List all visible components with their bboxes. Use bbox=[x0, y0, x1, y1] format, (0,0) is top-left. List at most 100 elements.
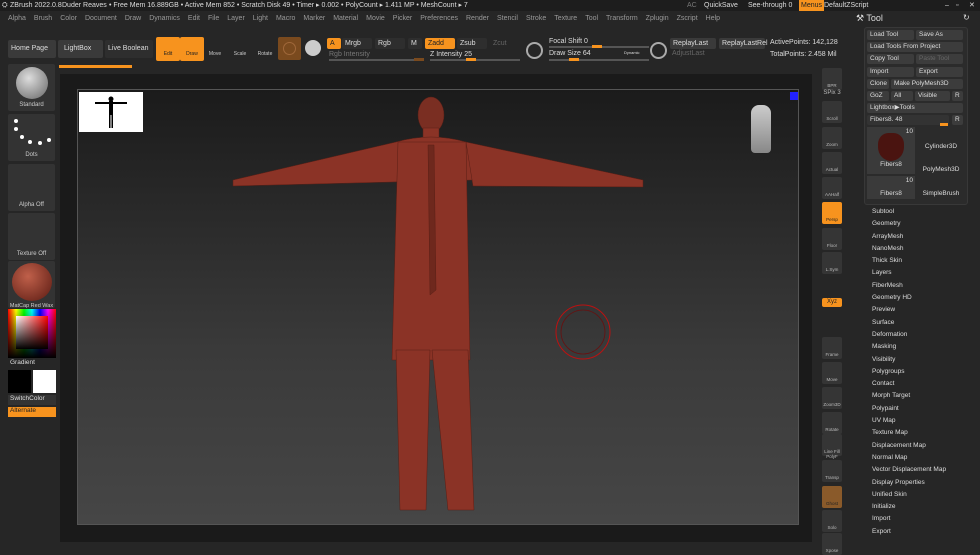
tool-section-uv-map[interactable]: UV Map bbox=[862, 415, 974, 427]
brush-picker[interactable]: Standard bbox=[8, 64, 55, 111]
scale-button[interactable]: Scale bbox=[228, 37, 252, 61]
tool-section-fibermesh[interactable]: FiberMesh bbox=[862, 280, 974, 292]
secondary-color-swatch[interactable] bbox=[33, 370, 56, 393]
tool-thumb-simplebrush[interactable]: SimpleBrush bbox=[918, 176, 964, 199]
clone-button[interactable]: Clone bbox=[867, 79, 889, 89]
shelf-solo[interactable]: Solo bbox=[822, 510, 842, 532]
character-model[interactable] bbox=[78, 90, 800, 526]
focal-shift-slider[interactable]: Focal Shift 0 bbox=[549, 38, 588, 45]
live-boolean-button[interactable]: Live Boolean bbox=[105, 40, 153, 58]
menu-color[interactable]: Color bbox=[56, 11, 81, 26]
shelf-spix-3[interactable]: SPix 3 bbox=[822, 88, 842, 98]
focal-shift-track[interactable] bbox=[549, 45, 649, 48]
menu-movie[interactable]: Movie bbox=[362, 11, 389, 26]
tool-section-geometry-hd[interactable]: Geometry HD bbox=[862, 292, 974, 304]
tool-section-display-properties[interactable]: Display Properties bbox=[862, 477, 974, 489]
shelf-persp[interactable]: Persp bbox=[822, 202, 842, 224]
z-intensity-track[interactable] bbox=[430, 58, 520, 61]
see-through-slider[interactable]: See-through 0 bbox=[748, 0, 792, 11]
home-page-button[interactable]: Home Page bbox=[8, 40, 56, 58]
shelf-move[interactable]: Move bbox=[822, 362, 842, 384]
tool-section-morph-target[interactable]: Morph Target bbox=[862, 390, 974, 402]
shelf-actual[interactable]: Actual bbox=[822, 152, 842, 174]
copy-tool-button[interactable]: Copy Tool bbox=[867, 54, 914, 64]
shelf-rotate[interactable]: Rotate bbox=[822, 412, 842, 434]
tool-section-displacement-map[interactable]: Displacement Map bbox=[862, 440, 974, 452]
alternate-button[interactable]: Alternate bbox=[8, 407, 56, 417]
orientation-gizmo-head[interactable] bbox=[751, 105, 771, 153]
tool-section-contact[interactable]: Contact bbox=[862, 378, 974, 390]
menu-texture[interactable]: Texture bbox=[550, 11, 581, 26]
lightbox-tools-button[interactable]: Lightbox▶Tools bbox=[867, 103, 963, 113]
shelf-l-sym[interactable]: L.Sym bbox=[822, 252, 842, 274]
z-intensity-slider[interactable]: Z Intensity 25 bbox=[430, 51, 472, 58]
load-tools-from-project-button[interactable]: Load Tools From Project bbox=[867, 42, 963, 52]
menu-render[interactable]: Render bbox=[462, 11, 493, 26]
r-button-2[interactable]: R bbox=[952, 115, 963, 125]
shelf-bpr[interactable]: BPR bbox=[822, 68, 842, 90]
menu-tool[interactable]: Tool bbox=[581, 11, 602, 26]
visible-button[interactable]: Visible bbox=[915, 91, 950, 101]
tool-section-arraymesh[interactable]: ArrayMesh bbox=[862, 231, 974, 243]
stroke-d-icon[interactable] bbox=[650, 42, 667, 59]
tool-section-polygroups[interactable]: Polygroups bbox=[862, 366, 974, 378]
a-button[interactable]: A bbox=[327, 38, 341, 49]
shelf-line-fill-polyf[interactable]: Line Fill PolyF bbox=[822, 434, 842, 459]
tool-section-deformation[interactable]: Deformation bbox=[862, 329, 974, 341]
menu-edit[interactable]: Edit bbox=[184, 11, 204, 26]
stroke-s-icon[interactable] bbox=[526, 42, 543, 59]
tool-section-subtool[interactable]: Subtool bbox=[862, 206, 974, 218]
tool-thumb-cylinder3d[interactable]: Cylinder3D bbox=[918, 127, 964, 151]
ac-label[interactable]: AC bbox=[687, 0, 697, 11]
tool-section-layers[interactable]: Layers bbox=[862, 267, 974, 279]
close-icon[interactable]: ✕ bbox=[969, 0, 975, 11]
zadd-button[interactable]: Zadd bbox=[425, 38, 455, 49]
tool-section-thick-skin[interactable]: Thick Skin bbox=[862, 255, 974, 267]
tool-section-vector-displacement-map[interactable]: Vector Displacement Map bbox=[862, 464, 974, 476]
menu-macro[interactable]: Macro bbox=[272, 11, 299, 26]
axis-gizmo-icon[interactable] bbox=[790, 92, 798, 100]
menu-file[interactable]: File bbox=[204, 11, 223, 26]
current-tool-slider[interactable]: Fibers8. 48 bbox=[867, 115, 949, 125]
tool-thumb-polymesh3d[interactable]: PolyMesh3D bbox=[918, 152, 964, 176]
material-picker[interactable]: MatCap Red Wax bbox=[8, 261, 55, 309]
gradient-toggle[interactable]: Gradient bbox=[10, 359, 35, 366]
shelf-frame[interactable]: Frame bbox=[822, 337, 842, 359]
menu-preferences[interactable]: Preferences bbox=[416, 11, 462, 26]
menu-alpha[interactable]: Alpha bbox=[4, 11, 30, 26]
menu-brush[interactable]: Brush bbox=[30, 11, 56, 26]
spotlight-icon[interactable] bbox=[305, 40, 321, 56]
menu-transform[interactable]: Transform bbox=[602, 11, 642, 26]
menu-help[interactable]: Help bbox=[702, 11, 724, 26]
tool-thumb-fibers8[interactable]: 10 Fibers8 bbox=[867, 127, 915, 174]
rgb-intensity-slider[interactable]: Rgb Intensity bbox=[329, 51, 370, 58]
save-as-button[interactable]: Save As bbox=[916, 30, 963, 40]
main-color-swatch[interactable] bbox=[8, 370, 31, 393]
menu-stroke[interactable]: Stroke bbox=[522, 11, 550, 26]
tool-section-export[interactable]: Export bbox=[862, 526, 974, 538]
shelf-zoom[interactable]: Zoom bbox=[822, 127, 842, 149]
draw-size-slider[interactable]: Draw Size 64 bbox=[549, 50, 591, 57]
tool-section-nanomesh[interactable]: NanoMesh bbox=[862, 243, 974, 255]
make-polymesh3d-button[interactable]: Make PolyMesh3D bbox=[891, 79, 963, 89]
lightbox-button[interactable]: LightBox bbox=[58, 40, 103, 58]
goz-button[interactable]: GoZ bbox=[867, 91, 889, 101]
reset-icon[interactable]: ↻ bbox=[963, 13, 970, 22]
tool-section-normal-map[interactable]: Normal Map bbox=[862, 452, 974, 464]
menu-draw[interactable]: Draw bbox=[121, 11, 145, 26]
menu-layer[interactable]: Layer bbox=[223, 11, 249, 26]
rgb-intensity-track[interactable] bbox=[329, 58, 424, 61]
load-tool-button[interactable]: Load Tool bbox=[867, 30, 914, 40]
menu-zscript[interactable]: Zscript bbox=[673, 11, 702, 26]
viewport[interactable] bbox=[77, 89, 799, 525]
draw-button[interactable]: Draw bbox=[180, 37, 204, 61]
default-zscript[interactable]: DefaultZScript bbox=[824, 0, 868, 11]
all-button[interactable]: All bbox=[891, 91, 913, 101]
shelf-zoom3d[interactable]: Zoom3D bbox=[822, 387, 842, 409]
shelf-xpose[interactable]: Xpose bbox=[822, 533, 842, 555]
shelf-scroll[interactable]: Scroll bbox=[822, 101, 842, 123]
tool-section-initialize[interactable]: Initialize bbox=[862, 501, 974, 513]
move-button[interactable]: Move bbox=[203, 37, 227, 61]
tool-section-surface[interactable]: Surface bbox=[862, 317, 974, 329]
m-button[interactable]: M bbox=[408, 38, 422, 49]
